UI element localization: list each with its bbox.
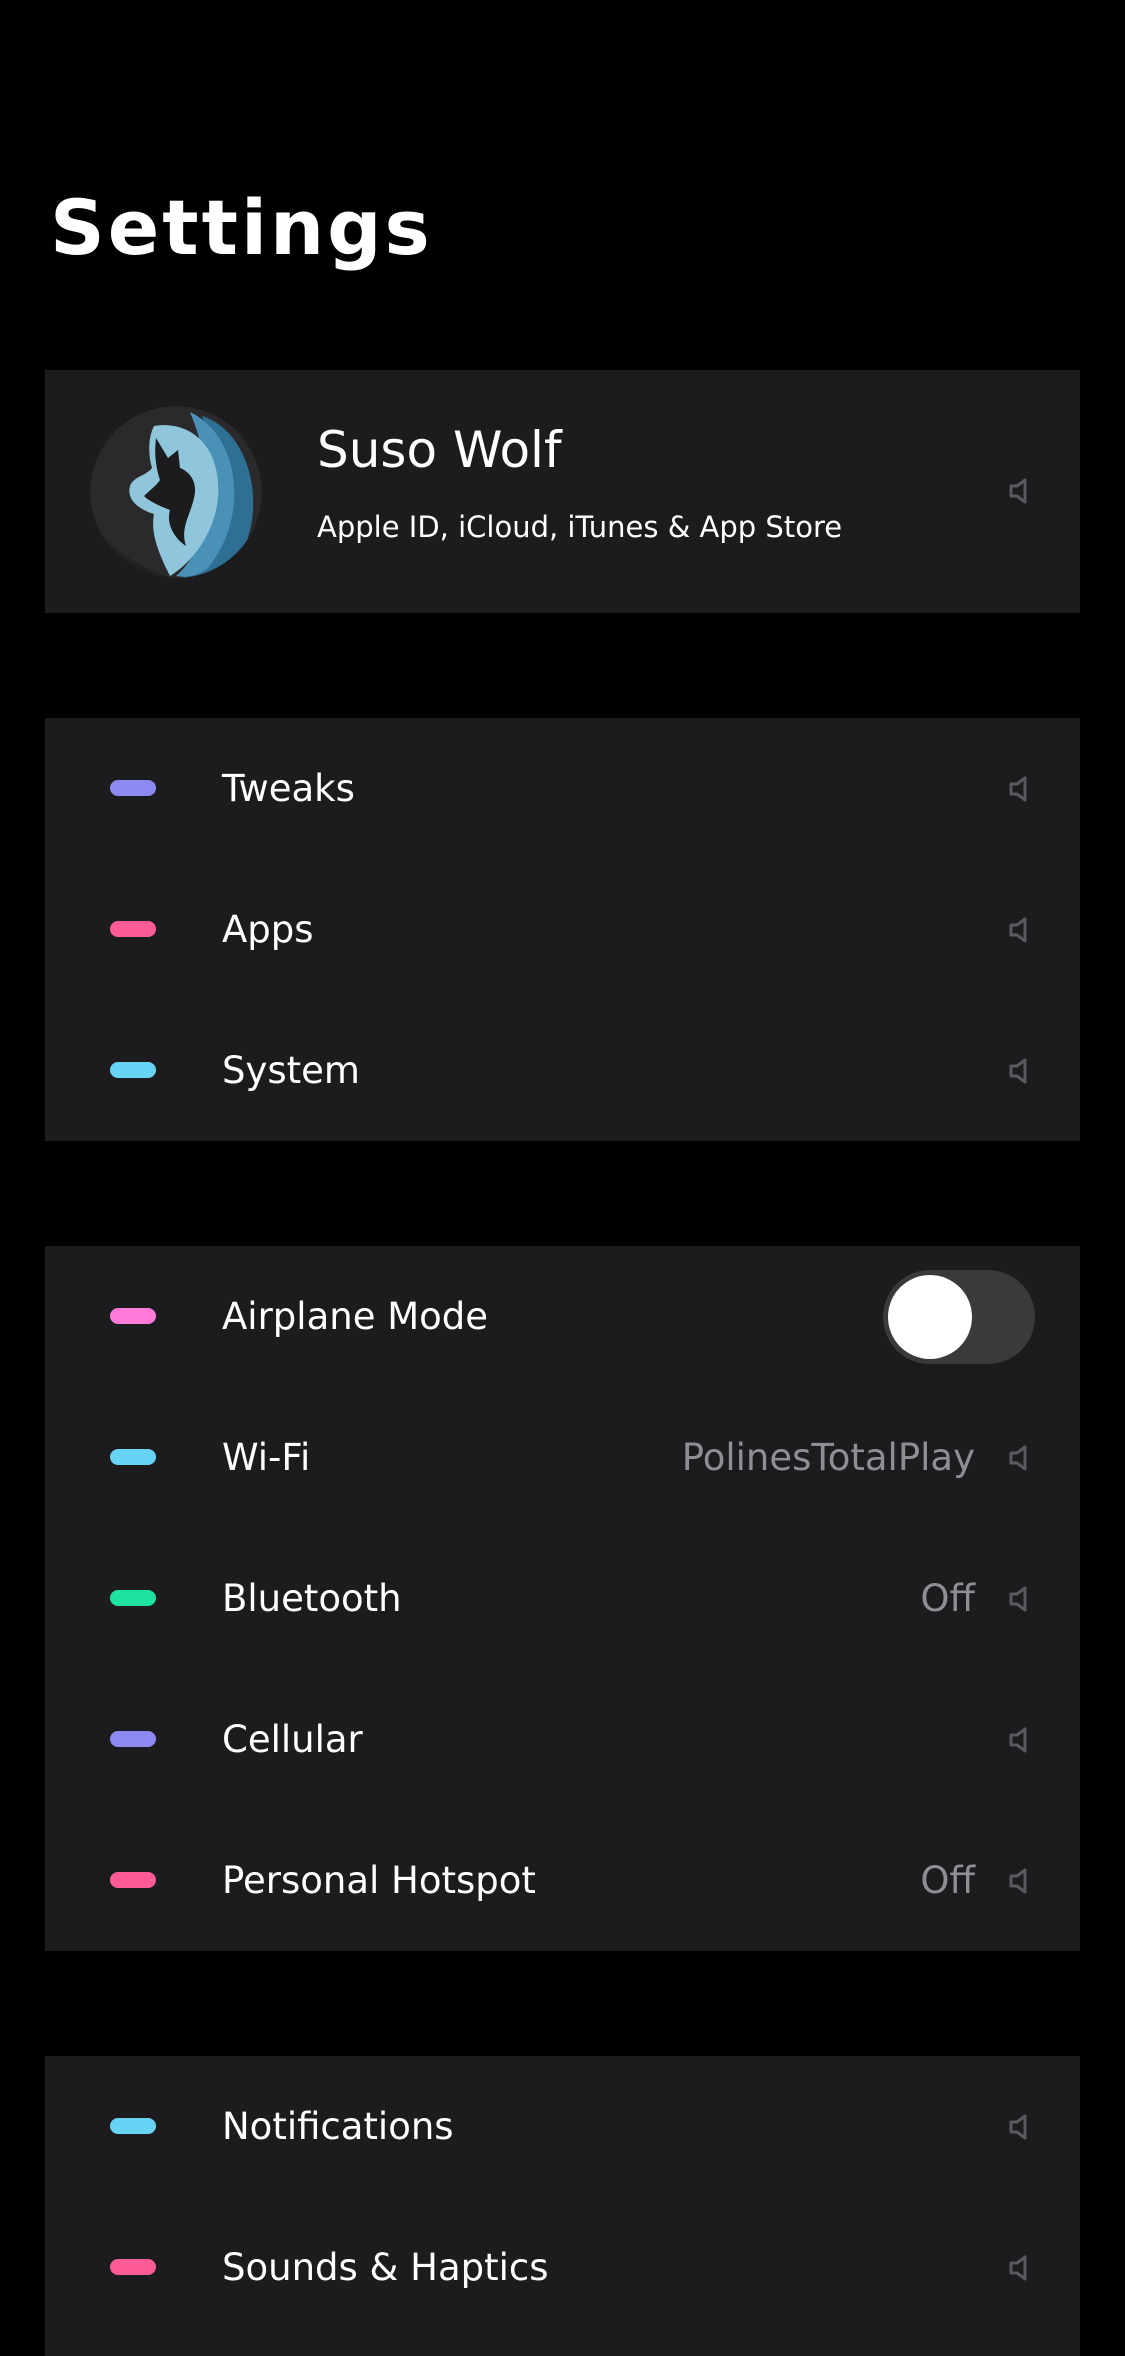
wolf-avatar-icon <box>90 406 262 578</box>
airplane-mode-toggle[interactable] <box>883 1270 1035 1364</box>
wifi-indicator-icon <box>110 1449 156 1465</box>
profile-card[interactable]: Suso Wolf Apple ID, iCloud, iTunes & App… <box>45 370 1080 613</box>
settings-group-general: Tweaks Apps System <box>45 718 1080 1141</box>
chevron-right-icon <box>1007 2254 1035 2282</box>
chevron-right-icon <box>1007 1867 1035 1895</box>
row-label: Sounds & Haptics <box>222 2246 549 2289</box>
system-indicator-icon <box>110 1062 156 1078</box>
row-label: Apps <box>222 908 314 951</box>
row-label: System <box>222 1049 360 1092</box>
page-title: Settings <box>50 183 433 272</box>
apps-indicator-icon <box>110 921 156 937</box>
row-value: Off <box>920 1859 975 1902</box>
toggle-knob <box>888 1275 972 1359</box>
chevron-right-icon <box>1007 1726 1035 1754</box>
row-notifications[interactable]: Notifications <box>45 2056 1080 2197</box>
row-airplane-mode: Airplane Mode <box>45 1246 1080 1387</box>
row-cellular[interactable]: Cellular <box>45 1669 1080 1810</box>
settings-group-connectivity: Airplane Mode Wi-Fi PolinesTotalPlay Blu… <box>45 1246 1080 1951</box>
settings-group-notifications: Notifications Sounds & Haptics <box>45 2056 1080 2356</box>
row-system[interactable]: System <box>45 1000 1080 1141</box>
row-bluetooth[interactable]: Bluetooth Off <box>45 1528 1080 1669</box>
row-label: Notifications <box>222 2105 454 2148</box>
chevron-right-icon <box>1007 775 1035 803</box>
airplane-indicator-icon <box>110 1308 156 1324</box>
chevron-right-icon <box>1007 1057 1035 1085</box>
chevron-right-icon <box>1007 1444 1035 1472</box>
sounds-indicator-icon <box>110 2259 156 2275</box>
row-label: Airplane Mode <box>222 1295 489 1338</box>
row-label: Personal Hotspot <box>222 1859 536 1902</box>
tweaks-indicator-icon <box>110 780 156 796</box>
hotspot-indicator-icon <box>110 1872 156 1888</box>
row-label: Cellular <box>222 1718 363 1761</box>
row-value: Off <box>920 1577 975 1620</box>
bluetooth-indicator-icon <box>110 1590 156 1606</box>
profile-name: Suso Wolf <box>317 421 562 479</box>
row-label: Wi-Fi <box>222 1436 311 1479</box>
notifications-indicator-icon <box>110 2118 156 2134</box>
row-personal-hotspot[interactable]: Personal Hotspot Off <box>45 1810 1080 1951</box>
chevron-right-icon <box>1007 477 1035 505</box>
row-apps[interactable]: Apps <box>45 859 1080 1000</box>
row-label: Bluetooth <box>222 1577 402 1620</box>
row-tweaks[interactable]: Tweaks <box>45 718 1080 859</box>
row-label: Tweaks <box>222 767 355 810</box>
row-sounds-haptics[interactable]: Sounds & Haptics <box>45 2197 1080 2338</box>
chevron-right-icon <box>1007 916 1035 944</box>
row-value: PolinesTotalPlay <box>681 1436 975 1479</box>
row-wifi[interactable]: Wi-Fi PolinesTotalPlay <box>45 1387 1080 1528</box>
chevron-right-icon <box>1007 1585 1035 1613</box>
profile-subtitle: Apple ID, iCloud, iTunes & App Store <box>317 510 843 544</box>
avatar <box>90 406 262 578</box>
chevron-right-icon <box>1007 2113 1035 2141</box>
cellular-indicator-icon <box>110 1731 156 1747</box>
